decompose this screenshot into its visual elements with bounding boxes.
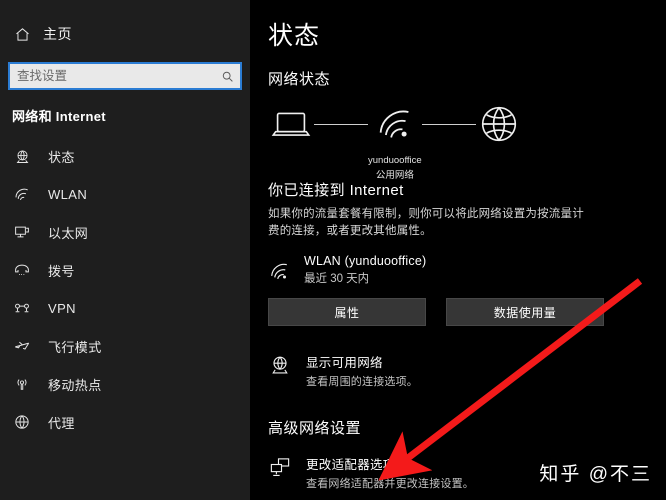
network-status-heading: 网络状态: [268, 71, 331, 88]
sidebar-item-label: WLAN: [48, 186, 88, 202]
laptop-icon: [268, 101, 314, 152]
globe-icon: [476, 101, 522, 152]
sidebar-item-dialup[interactable]: 拨号: [0, 251, 250, 289]
wifi-icon: [372, 101, 418, 152]
sidebar-item-vpn[interactable]: VPN: [0, 289, 250, 327]
diagram-link-left: [314, 124, 368, 125]
main-content: 状态 网络状态 .: [250, 0, 666, 500]
watermark: 知乎 @不三: [539, 464, 652, 485]
sidebar-item-proxy[interactable]: 代理: [0, 403, 250, 441]
connected-heading: 你已连接到 Internet: [268, 182, 404, 199]
adapter-monitors-icon: [268, 455, 292, 479]
show-available-networks-desc: 查看周围的连接选项。: [306, 376, 418, 388]
show-available-networks-link[interactable]: 显示可用网络 查看周围的连接选项。: [268, 352, 666, 389]
home-icon: [12, 24, 32, 44]
sidebar-item-ethernet[interactable]: 以太网: [0, 213, 250, 251]
diagram-network-type: 公用网络: [375, 170, 414, 181]
proxy-globe-icon: [12, 412, 32, 432]
wlan-entry[interactable]: WLAN (yunduooffice) 最近 30 天内: [268, 254, 666, 286]
diagram-network-name: yunduooffice: [368, 155, 422, 166]
hotspot-icon: [12, 374, 32, 394]
show-available-networks-title: 显示可用网络: [306, 356, 383, 370]
settings-window: 主页 网络和 Internet 状态: [0, 0, 666, 500]
sidebar-item-mobile-hotspot[interactable]: 移动热点: [0, 365, 250, 403]
change-adapter-options-desc: 查看网络适配器并更改连接设置。: [306, 478, 474, 490]
sidebar-section-title: 网络和 Internet: [12, 109, 106, 124]
sidebar-item-label: 以太网: [48, 225, 89, 241]
wlan-entry-subtitle: 最近 30 天内: [304, 273, 370, 285]
search-input[interactable]: [9, 64, 221, 88]
wlan-entry-text: WLAN (yunduooffice) 最近 30 天内: [304, 254, 426, 286]
diagram-wifi: yunduooffice 公用网络: [368, 101, 422, 182]
sidebar-item-label: 状态: [48, 149, 75, 165]
sidebar-item-wlan[interactable]: WLAN: [0, 175, 250, 213]
sidebar-nav-list: 状态 WLAN 以太网 拨号 VPN 飞行模式 移动热点 代理: [0, 137, 250, 441]
show-available-networks-text: 显示可用网络 查看周围的连接选项。: [306, 352, 418, 389]
change-adapter-options-title: 更改适配器选项: [306, 458, 396, 472]
ethernet-icon: [12, 222, 32, 242]
sidebar: 主页 网络和 Internet 状态: [0, 0, 250, 500]
properties-button[interactable]: 属性: [268, 298, 426, 326]
advanced-settings-heading: 高级网络设置: [268, 420, 362, 437]
search-icon[interactable]: [221, 70, 234, 83]
diagram-internet: .: [476, 101, 522, 167]
diagram-device: .: [268, 101, 314, 167]
dialup-icon: [12, 260, 32, 280]
sidebar-home-label: 主页: [43, 26, 72, 42]
sidebar-item-label: 飞行模式: [48, 339, 102, 355]
sidebar-item-label: VPN: [48, 300, 76, 316]
search-box[interactable]: [8, 62, 242, 90]
page-title: 状态: [268, 22, 321, 50]
diagram-link-right: [421, 124, 476, 125]
sidebar-item-status[interactable]: 状态: [0, 137, 250, 175]
airplane-icon: [12, 336, 32, 356]
change-adapter-options-text: 更改适配器选项 查看网络适配器并更改连接设置。: [306, 454, 474, 491]
wifi-icon: [12, 184, 32, 204]
network-diagram: . yunduooffice 公用网络: [268, 101, 666, 181]
wlan-entry-name: WLAN (yunduooffice): [304, 254, 427, 268]
wifi-icon: [268, 259, 292, 283]
action-button-row: 属性 数据使用量: [268, 298, 666, 326]
data-usage-button[interactable]: 数据使用量: [446, 298, 604, 326]
sidebar-home-item[interactable]: 主页: [0, 0, 250, 48]
sidebar-item-label: 移动热点: [48, 377, 102, 393]
vpn-icon: [12, 298, 32, 318]
sidebar-item-airplane-mode[interactable]: 飞行模式: [0, 327, 250, 365]
monitor-globe-icon: [268, 353, 292, 377]
sidebar-item-label: 代理: [48, 415, 75, 431]
status-globe-icon: [12, 146, 32, 166]
connected-description: 如果你的流量套餐有限制，则你可以将此网络设置为按流量计费的连接，或者更改其他属性…: [268, 208, 584, 237]
sidebar-item-label: 拨号: [48, 263, 75, 279]
